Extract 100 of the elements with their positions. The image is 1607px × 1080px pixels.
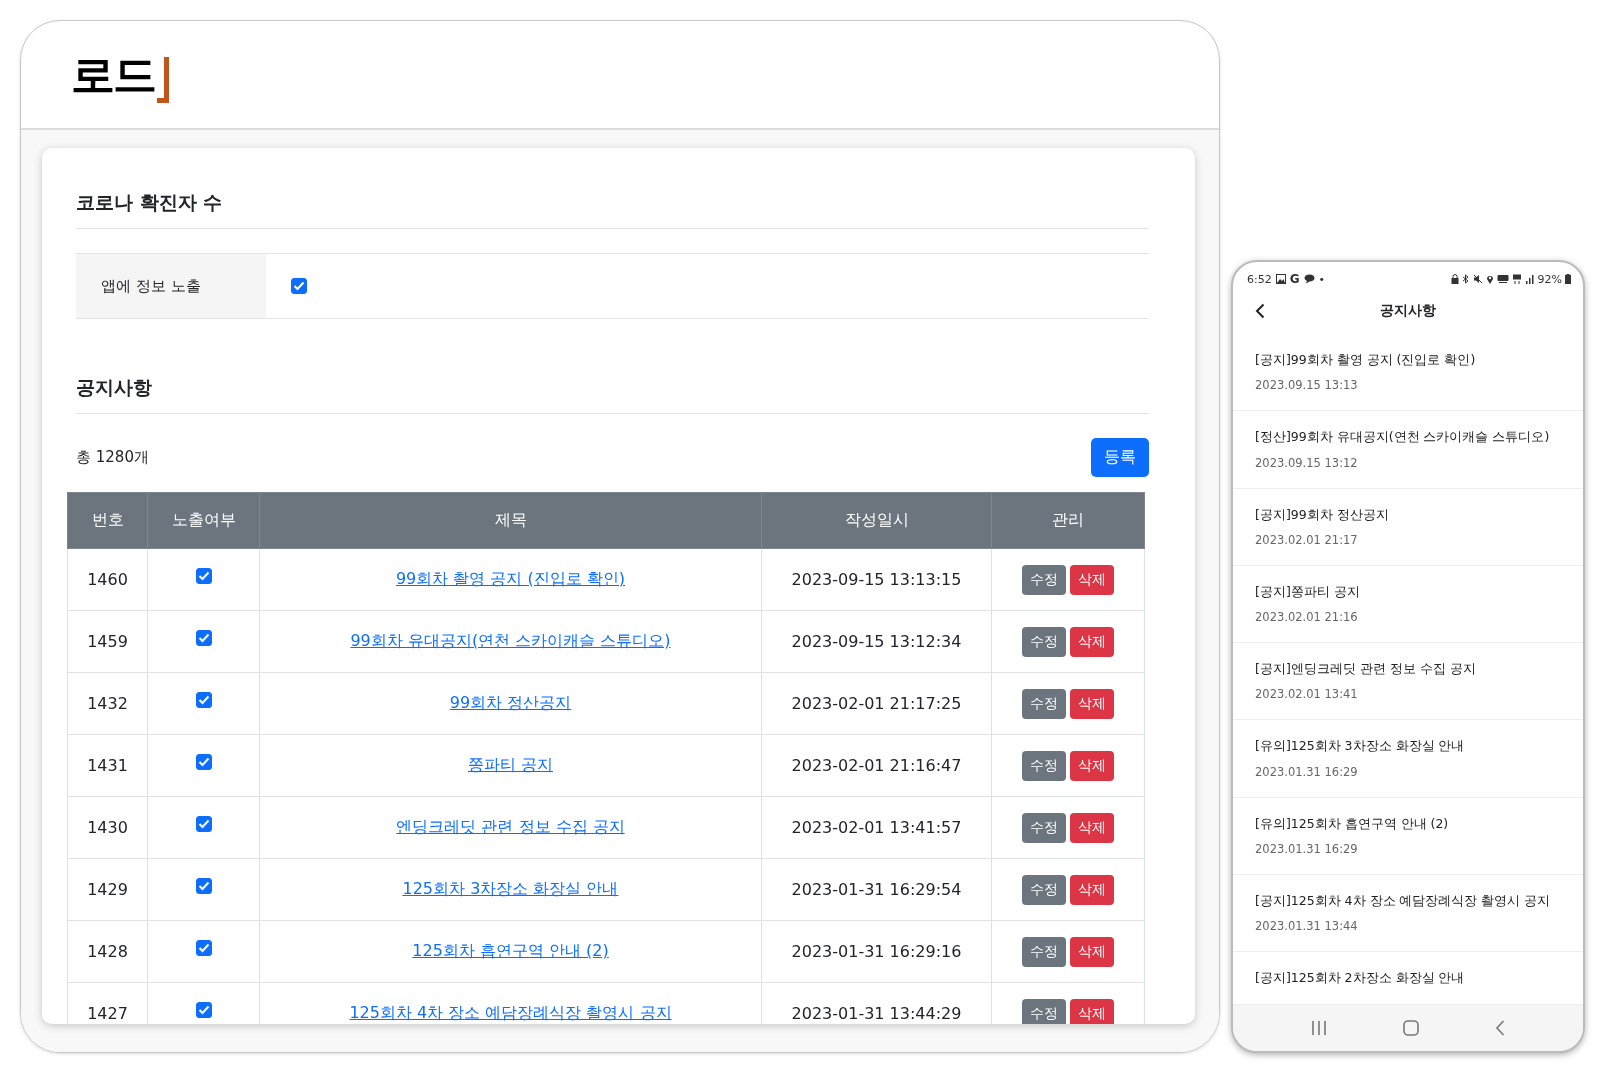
notice-title: [공지]엔딩크레딧 관련 정보 수집 공지: [1255, 661, 1477, 678]
notice-date: 2023.09.15 13:12: [1255, 455, 1359, 470]
notice-title: [유의]125회차 흡연구역 안내 (2): [1255, 815, 1450, 832]
checkbox[interactable]: [195, 816, 212, 832]
notice-title: [공지]125회차 4차 장소 예담장례식장 촬영시 공지: [1255, 892, 1552, 909]
notice-title: [공지]99회차 정산공지: [1255, 506, 1390, 523]
image-icon: [1275, 274, 1286, 284]
recent-apps-icon[interactable]: [1311, 1021, 1327, 1035]
table-cell: 1460: [67, 548, 148, 611]
column-header: 제목: [259, 492, 762, 549]
table-cell: 2023-09-15 13:12:34: [761, 610, 992, 673]
delete-button[interactable]: 삭제: [1070, 998, 1114, 1024]
delete-button[interactable]: 삭제: [1070, 626, 1114, 657]
edit-button[interactable]: 수정: [1022, 626, 1066, 657]
table-cell: 1429: [67, 858, 148, 921]
notice-list-item[interactable]: [유의]125회차 흡연구역 안내 (2) 2023.01.31 16:29: [1233, 797, 1583, 875]
notice-title: [공지]125회차 2차장소 화장실 안내: [1255, 970, 1466, 987]
logo-text: 로드: [71, 52, 155, 97]
table-cell: 2023-02-01 21:16:47: [761, 734, 992, 797]
notice-title: [공지]쫑파티 공지: [1255, 583, 1361, 600]
delete-button[interactable]: 삭제: [1070, 874, 1114, 905]
notice-title-link[interactable]: 99회차 촬영 공지 (진입로 확인): [395, 569, 626, 588]
delete-button[interactable]: 삭제: [1070, 936, 1114, 967]
column-header: 작성일시: [761, 492, 992, 549]
delete-button[interactable]: 삭제: [1070, 688, 1114, 719]
checkbox[interactable]: [195, 754, 212, 770]
notice-title: [정산]99회차 유대공지(연천 스카이캐슬 스튜디오): [1255, 429, 1551, 446]
checkbox[interactable]: [291, 278, 307, 294]
checkbox[interactable]: [195, 878, 212, 894]
field-label: 앱에 정보 노출: [76, 254, 266, 318]
checkbox[interactable]: [195, 940, 212, 956]
column-header: 노출여부: [147, 492, 260, 549]
notice-title: [공지]99회차 촬영 공지 (진입로 확인): [1255, 352, 1477, 369]
notice-list-item[interactable]: [공지]99회차 정산공지 2023.02.01 21:17: [1233, 488, 1583, 566]
notice-list-item[interactable]: [정산]99회차 유대공지(연천 스카이캐슬 스튜디오) 2023.09.15 13:12: [1233, 411, 1583, 489]
notice-date: 2023.01.31 16:29: [1255, 841, 1359, 856]
notice-list-item[interactable]: [공지]엔딩크레딧 관련 정보 수집 공지 2023.02.01 13:41: [1233, 643, 1583, 721]
edit-button[interactable]: 수정: [1022, 564, 1066, 595]
status-dot: •: [1318, 272, 1326, 286]
section-title: 코로나 확진자 수: [76, 190, 1149, 229]
notice-list-item[interactable]: [공지]쫑파티 공지 2023.02.01 21:16: [1233, 565, 1583, 643]
notice-title-link[interactable]: 99회차 유대공지(연천 스카이캐슬 스튜디오): [350, 631, 671, 650]
edit-button[interactable]: 수정: [1022, 750, 1066, 781]
table-cell: 1430: [67, 796, 148, 859]
table-cell: 1432: [67, 672, 148, 735]
back-icon[interactable]: [1255, 303, 1265, 319]
table-cell: 1459: [67, 610, 148, 673]
table-cell: 1427: [67, 982, 148, 1024]
edit-button[interactable]: 수정: [1022, 812, 1066, 843]
total-count: 총 1280개: [76, 448, 149, 467]
checkbox[interactable]: [195, 630, 212, 646]
notice-date: 2023.01.31 16:29: [1255, 764, 1359, 779]
register-button[interactable]: 등록: [1091, 438, 1149, 477]
edit-button[interactable]: 수정: [1022, 936, 1066, 967]
battery-percent: 92%: [1537, 272, 1562, 286]
table-cell: 1428: [67, 920, 148, 983]
notice-list-item[interactable]: [공지]99회차 촬영 공지 (진입로 확인) 2023.09.15 13:13: [1233, 334, 1583, 412]
notice-date: 2023.02.01 13:41: [1255, 687, 1359, 702]
notice-date: 2023.02.01 21:16: [1255, 610, 1359, 624]
screen-title: 공지사항: [1380, 302, 1436, 320]
notice-list-item[interactable]: [공지]125회차 4차 장소 예담장례식장 촬영시 공지 2023.01.31 13:44: [1233, 874, 1583, 952]
lock-icon: [1450, 274, 1459, 284]
bluetooth-icon: [1461, 274, 1470, 284]
delete-button[interactable]: 삭제: [1070, 750, 1114, 781]
signal-icon: [1524, 274, 1535, 284]
notice-date: 2023.09.15 13:13: [1255, 378, 1359, 393]
notice-title-link[interactable]: 엔딩크레딧 관련 정보 수집 공지: [396, 817, 625, 836]
edit-button[interactable]: 수정: [1022, 688, 1066, 719]
notice-title: [유의]125회차 3차장소 화장실 안내: [1255, 738, 1466, 755]
app-letter: G: [1289, 272, 1300, 286]
delete-button[interactable]: 삭제: [1070, 564, 1114, 595]
table-cell: 1431: [67, 734, 148, 797]
column-header: 번호: [67, 492, 148, 549]
table-cell: 2023-02-01 21:17:25: [761, 672, 992, 735]
battery-icon: [1565, 274, 1571, 284]
notice-date: 2023.01.31 13:44: [1255, 919, 1359, 933]
notice-title-link[interactable]: 125회차 흡연구역 안내 (2): [412, 941, 609, 960]
logo-bracket-icon: [157, 56, 169, 103]
chat-bubble-icon: [1303, 274, 1315, 284]
edit-button[interactable]: 수정: [1022, 998, 1066, 1024]
notice-title-link[interactable]: 쫑파티 공지: [467, 755, 554, 774]
notice-list-item[interactable]: [유의]125회차 3차장소 화장실 안내 2023.01.31 16:29: [1233, 720, 1583, 798]
section-title: 공지사항: [76, 375, 1149, 414]
notice-title-link[interactable]: 125회차 3차장소 화장실 안내: [402, 879, 619, 898]
checkbox[interactable]: [195, 568, 212, 584]
notice-title-link[interactable]: 99회차 정산공지: [449, 693, 572, 712]
edit-button[interactable]: 수정: [1022, 874, 1066, 905]
table-cell: 2023-02-01 13:41:57: [761, 796, 992, 859]
status-time: 6:52: [1247, 272, 1272, 286]
delete-button[interactable]: 삭제: [1070, 812, 1114, 843]
mute-icon: [1472, 274, 1483, 284]
checkbox[interactable]: [195, 1002, 212, 1018]
checkbox[interactable]: [195, 692, 212, 708]
notice-date: 2023.02.01 21:17: [1255, 532, 1359, 547]
location-icon: [1485, 274, 1494, 284]
column-header: 관리: [991, 492, 1145, 549]
table-cell: 2023-01-31 16:29:54: [761, 858, 992, 921]
table-cell: 2023-01-31 16:29:16: [761, 920, 992, 983]
table-cell: 2023-09-15 13:13:15: [761, 548, 992, 611]
home-icon[interactable]: [1403, 1020, 1419, 1036]
